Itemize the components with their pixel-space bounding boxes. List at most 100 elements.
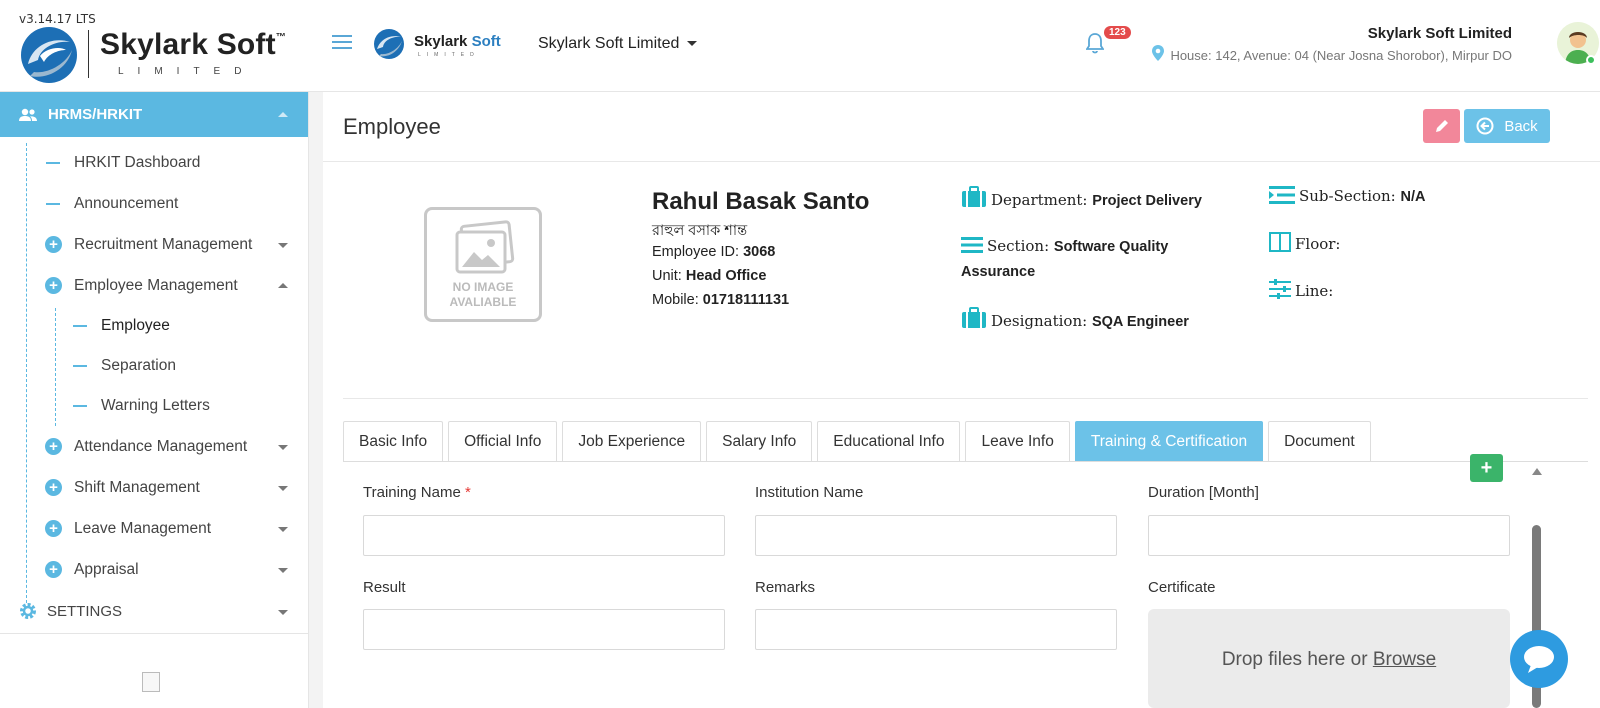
brand-subtitle: LIMITED xyxy=(118,66,256,77)
employee-unit: Unit: Head Office xyxy=(652,268,767,284)
tab-leave-info[interactable]: Leave Info xyxy=(965,421,1070,461)
mini-logo-icon xyxy=(374,29,404,59)
plus-circle-icon: + xyxy=(45,438,62,455)
location-pin-icon xyxy=(1152,45,1164,61)
sidebar-subitem-warning-letters[interactable]: Warning Letters xyxy=(0,386,308,426)
brand-divider xyxy=(88,30,89,78)
plus-circle-icon: + xyxy=(45,520,62,537)
employee-management-submenu: Employee Separation Warning Letters xyxy=(0,306,308,426)
page-header: Employee Back xyxy=(323,92,1600,162)
sidebar-item-recruitment-management[interactable]: + Recruitment Management xyxy=(0,224,308,265)
sidebar-module-label: HRMS/HRKIT xyxy=(48,106,143,123)
sidebar-item-attendance-management[interactable]: + Attendance Management xyxy=(0,426,308,467)
sidebar-subitem-label: Warning Letters xyxy=(101,397,210,414)
chevron-down-icon xyxy=(687,41,698,47)
employee-name-local: রাহুল বসাক শান্ত xyxy=(652,223,748,239)
institution-name-input[interactable] xyxy=(755,515,1117,556)
sidebar-item-announcement[interactable]: Announcement xyxy=(0,183,308,224)
plus-circle-icon: + xyxy=(45,236,62,253)
back-button[interactable]: Back xyxy=(1464,109,1550,143)
chevron-up-icon xyxy=(278,112,288,117)
tab-training-certification[interactable]: Training & Certification xyxy=(1074,421,1264,461)
remarks-input[interactable] xyxy=(755,609,1117,650)
chevron-down-icon xyxy=(278,445,288,450)
duration-input[interactable] xyxy=(1148,515,1510,556)
sidebar-module-hrms[interactable]: HRMS/HRKIT xyxy=(0,92,308,137)
sidebar-item-shift-management[interactable]: + Shift Management xyxy=(0,467,308,508)
no-image-text: NO IMAGE AVALIABLE xyxy=(449,280,517,309)
employee-id: Employee ID: 3068 xyxy=(652,244,776,260)
chevron-down-icon xyxy=(278,486,288,491)
employee-profile: NO IMAGE AVALIABLE Rahul Basak Santo রাহ… xyxy=(343,162,1588,399)
briefcase-icon xyxy=(962,307,986,328)
plus-circle-icon: + xyxy=(45,277,62,294)
scroll-up-arrow-icon[interactable] xyxy=(1532,468,1542,475)
department-info: Department: Project Delivery xyxy=(961,186,1202,209)
chat-icon xyxy=(1524,646,1554,673)
sidebar-item-label: Leave Management xyxy=(74,519,212,537)
sidebar-subitem-employee[interactable]: Employee xyxy=(0,306,308,346)
certificate-label: Certificate xyxy=(1148,579,1216,596)
sidebar-menu: HRKIT Dashboard Announcement + Recruitme… xyxy=(0,137,308,603)
edit-button[interactable] xyxy=(1423,109,1460,143)
dropzone-text: Drop files here or Browse xyxy=(1221,649,1437,670)
chevron-down-icon xyxy=(278,527,288,532)
chat-button[interactable] xyxy=(1510,630,1568,688)
floor-info: Floor: xyxy=(1269,232,1341,253)
online-status-dot xyxy=(1586,55,1596,65)
sub-section-info: Sub-Section: N/A xyxy=(1269,186,1426,205)
tab-basic-info[interactable]: Basic Info xyxy=(343,421,444,461)
sidebar-module-settings[interactable]: SETTINGS xyxy=(0,590,308,634)
sidebar-item-label: Shift Management xyxy=(74,478,200,496)
sub-section-icon xyxy=(1269,186,1295,204)
chevron-down-icon xyxy=(278,243,288,248)
add-training-button[interactable]: + xyxy=(1470,454,1503,482)
sidebar-item-label: Employee Management xyxy=(74,276,238,294)
designation-info: Designation: SQA Engineer xyxy=(961,307,1189,330)
tab-document[interactable]: Document xyxy=(1268,421,1371,461)
sidebar-item-hrkit-dashboard[interactable]: HRKIT Dashboard xyxy=(0,142,308,183)
no-image-placeholder: NO IMAGE AVALIABLE xyxy=(424,207,542,322)
sidebar-subitem-label: Employee xyxy=(101,317,170,334)
mini-brand-name: Skylark Soft xyxy=(414,33,501,50)
chevron-down-icon xyxy=(278,568,288,573)
sidebar-subitem-separation[interactable]: Separation xyxy=(0,346,308,386)
training-name-input[interactable] xyxy=(363,515,725,556)
pencil-icon xyxy=(1435,120,1448,132)
sidebar-item-leave-management[interactable]: + Leave Management xyxy=(0,508,308,549)
chevron-up-icon xyxy=(278,283,288,288)
dash-icon xyxy=(46,203,60,205)
bell-icon[interactable] xyxy=(1086,32,1104,54)
back-arrow-icon xyxy=(1476,117,1494,135)
browse-link[interactable]: Browse xyxy=(1373,649,1436,670)
brand-name: Skylark Soft™ xyxy=(100,28,287,61)
briefcase-icon xyxy=(962,186,986,207)
list-icon xyxy=(961,237,983,253)
result-label: Result xyxy=(363,579,406,596)
result-input[interactable] xyxy=(363,609,725,650)
dash-icon xyxy=(73,365,87,367)
tab-job-experience[interactable]: Job Experience xyxy=(562,421,702,461)
broken-image-icon xyxy=(142,672,160,692)
page-title: Employee xyxy=(343,114,441,139)
main-content: Employee Back NO IMAGE AVALIABLE Rahul B… xyxy=(323,92,1600,708)
dash-icon xyxy=(73,325,87,327)
tab-official-info[interactable]: Official Info xyxy=(448,421,558,461)
tab-salary-info[interactable]: Salary Info xyxy=(706,421,813,461)
notification-badge[interactable]: 123 xyxy=(1104,26,1131,39)
tab-educational-info[interactable]: Educational Info xyxy=(817,421,961,461)
dash-icon xyxy=(46,162,60,164)
sidebar-item-label: Announcement xyxy=(74,194,179,212)
institution-name-label: Institution Name xyxy=(755,484,864,501)
menu-icon[interactable] xyxy=(332,35,352,51)
tabs-divider xyxy=(343,461,1588,462)
employee-mobile: Mobile: 01718111131 xyxy=(652,292,790,308)
sidebar-item-employee-management[interactable]: + Employee Management xyxy=(0,265,308,306)
duration-label: Duration [Month] xyxy=(1148,484,1259,501)
sidebar-settings-label: SETTINGS xyxy=(47,603,123,620)
company-selector[interactable]: Skylark Soft Limited xyxy=(538,35,698,53)
remarks-label: Remarks xyxy=(755,579,816,596)
certificate-dropzone[interactable]: Drop files here or Browse xyxy=(1148,609,1510,708)
mini-brand-subtitle: LIMITED xyxy=(418,52,480,58)
sidebar-item-appraisal[interactable]: + Appraisal xyxy=(0,549,308,590)
